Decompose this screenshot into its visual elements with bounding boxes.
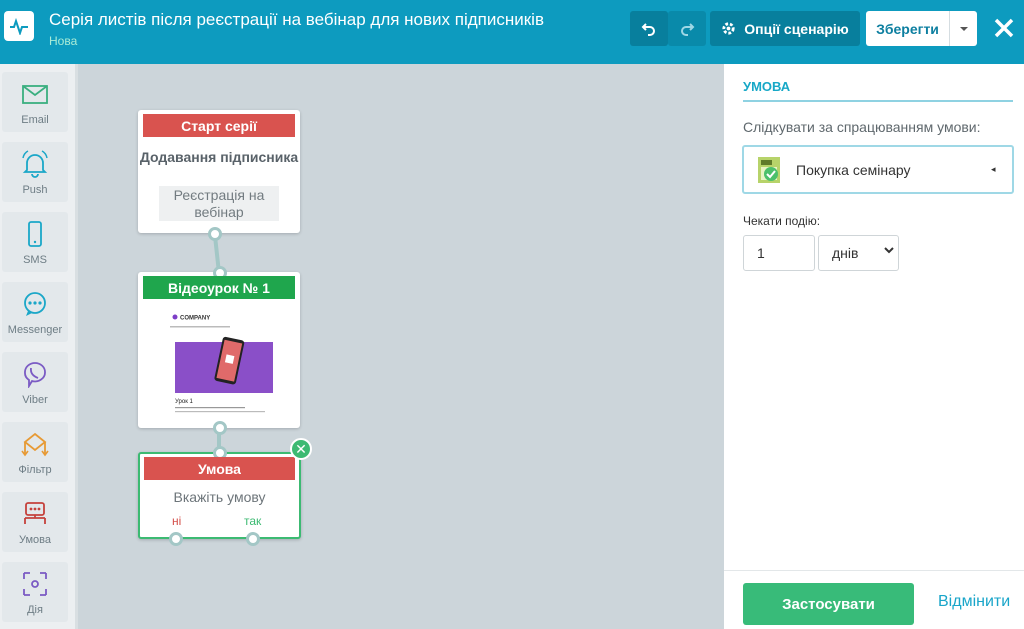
condition-yes-label: так [244,514,262,528]
start-node[interactable]: Старт серії Додавання підписника Реєстра… [138,110,300,241]
apply-button[interactable]: Застосувати [743,583,914,625]
email-preview-graphic: COMPANY Урок 1 [170,314,273,413]
panel-footer: Застосувати Відмінити [724,570,1024,629]
wait-unit-value: днів [832,245,859,261]
bell-icon [22,150,48,178]
divider [743,100,1013,102]
tools-sidebar: Email Push SMS Messenger Viber Фільтр Ум… [0,64,78,629]
tool-sms-label: SMS [23,254,47,266]
save-dropdown-button[interactable] [949,11,977,46]
condition-yes-port[interactable] [246,532,260,546]
wait-unit-select[interactable]: днів [818,235,899,271]
messenger-icon [24,292,46,316]
undo-icon [641,22,655,36]
redo-button[interactable] [668,11,706,46]
close-icon [994,18,1014,38]
tool-viber[interactable]: Viber [2,352,68,412]
email-node-out-port[interactable] [213,421,227,435]
chevron-down-icon [959,26,968,31]
scenario-options-button[interactable]: Опції сценарію [710,11,860,46]
panel-heading: УМОВА [743,79,791,94]
tool-filter[interactable]: Фільтр [2,422,68,482]
caret-left-icon: ◂ [991,164,996,174]
top-bar: Серія листів після реєстрації на вебінар… [0,0,1024,64]
event-name: Покупка семінару [796,162,911,178]
condition-node-header: Умова [144,457,295,480]
track-condition-label: Слідкувати за спрацюванням умови: [743,119,981,135]
tool-action-label: Дія [27,604,43,616]
viber-icon [24,362,46,388]
scenario-title[interactable]: Серія листів після реєстрації на вебінар… [49,10,544,30]
tool-viber-label: Viber [22,394,48,406]
wait-event-label: Чекати подію: [743,214,821,228]
start-node-event: Реєстрація на вебінар [159,186,279,221]
email-thumbnail: COMPANY Урок 1 [158,305,280,421]
thumb-brand: COMPANY [180,316,210,322]
condition-prompt: Вкажіть умову [173,489,266,505]
condition-node[interactable]: Умова Вкажіть умову ні так [138,446,301,546]
action-icon [23,572,47,596]
event-select[interactable]: Покупка семінару ◂ [742,145,1014,194]
cancel-button[interactable]: Відмінити [938,593,1010,611]
delete-node-button[interactable]: ✕ [290,438,312,460]
tool-email[interactable]: Email [2,72,68,132]
tool-email-label: Email [21,114,49,126]
tool-push-label: Push [22,184,48,196]
tool-sms[interactable]: SMS [2,212,68,272]
tool-condition[interactable]: Умова [2,492,68,552]
save-button[interactable]: Зберегти [866,11,949,46]
phone-icon [28,221,42,247]
email-node[interactable]: Відеоурок № 1 COMPANY Урок 1 [138,266,300,435]
tool-condition-label: Умова [18,534,51,546]
redo-icon [681,22,695,36]
condition-icon [24,502,46,524]
app-logo [4,11,34,41]
start-node-title: Додавання підписника [139,149,299,165]
purchase-event-icon [758,157,780,183]
thumb-heading: Урок 1 [175,399,194,405]
email-node-header: Відеоурок № 1 [143,276,295,299]
scenario-status: Нова [49,34,78,48]
chevron-down-icon [884,247,894,254]
condition-no-port[interactable] [169,532,183,546]
tool-filter-label: Фільтр [18,464,52,476]
close-icon: ✕ [295,441,307,457]
start-node-out-port[interactable] [208,227,222,241]
tool-messenger[interactable]: Messenger [2,282,68,342]
condition-no-label: ні [172,514,182,528]
scenario-options-label: Опції сценарію [744,20,849,37]
wait-number-input[interactable]: 1 [743,235,815,271]
gear-icon [722,22,735,35]
workflow-canvas[interactable]: Старт серії Додавання підписника Реєстра… [81,64,724,629]
undo-button[interactable] [630,11,668,46]
email-icon [22,85,48,104]
pulse-icon [10,17,28,35]
filter-icon [21,432,49,457]
close-button[interactable] [992,16,1016,40]
start-node-header: Старт серії [143,114,295,137]
tool-messenger-label: Messenger [7,324,63,336]
properties-panel: УМОВА Слідкувати за спрацюванням умови: … [724,64,1024,629]
tool-action[interactable]: Дія [2,562,68,622]
tool-push[interactable]: Push [2,142,68,202]
